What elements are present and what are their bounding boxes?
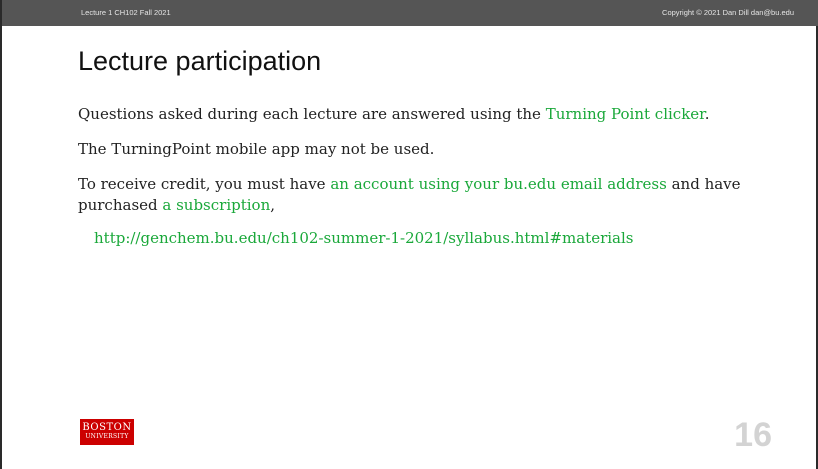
- page-number: 16: [734, 416, 772, 454]
- slide-body: Questions asked during each lecture are …: [78, 104, 768, 249]
- paragraph-text: Questions asked during each lecture are …: [78, 105, 546, 123]
- header-bar: Lecture 1 CH102 Fall 2021 Copyright © 20…: [2, 0, 818, 26]
- logo-line-2: UNIVERSITY: [85, 433, 129, 440]
- turning-point-clicker-link[interactable]: Turning Point clicker: [546, 105, 705, 123]
- paragraph-credit: To receive credit, you must have an acco…: [78, 174, 768, 216]
- paragraph-mobile-app: The TurningPoint mobile app may not be u…: [78, 140, 435, 158]
- header-copyright: Copyright © 2021 Dan Dill dan@bu.edu: [662, 8, 794, 17]
- syllabus-materials-link[interactable]: http://genchem.bu.edu/ch102-summer-1-202…: [94, 228, 768, 249]
- boston-university-logo: BOSTON UNIVERSITY: [80, 419, 134, 445]
- slide-title: Lecture participation: [78, 46, 322, 76]
- paragraph-text: To receive credit, you must have: [78, 175, 331, 193]
- logo-line-1: BOSTON: [82, 422, 132, 433]
- paragraph-text: ,: [270, 196, 276, 214]
- account-link[interactable]: an account using your bu.edu email addre…: [330, 175, 667, 193]
- paragraph-clicker: Questions asked during each lecture are …: [78, 104, 768, 125]
- header-course-info: Lecture 1 CH102 Fall 2021: [81, 8, 171, 17]
- subscription-link[interactable]: a subscription: [162, 196, 270, 214]
- slide: Lecture 1 CH102 Fall 2021 Copyright © 20…: [0, 0, 818, 469]
- paragraph-text: .: [704, 105, 710, 123]
